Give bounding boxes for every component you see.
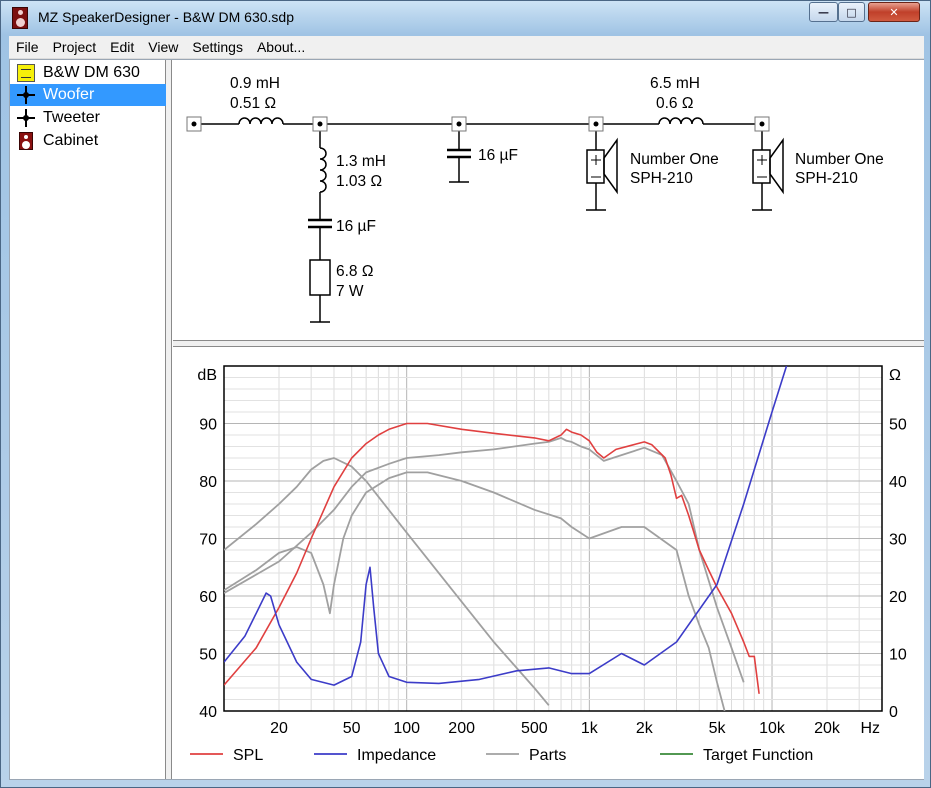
tree-item-label: Cabinet: [43, 132, 99, 149]
y2-tick-label: 50: [889, 417, 907, 434]
x-tick-label: 100: [393, 720, 420, 737]
tree-item-woofer[interactable]: Woofer: [10, 84, 166, 106]
title-bar[interactable]: MZ SpeakerDesigner - B&W DM 630.sdp — □ …: [1, 1, 930, 34]
minimize-button[interactable]: —: [809, 2, 838, 22]
y-tick-label: 60: [199, 589, 217, 606]
x-tick-label: 20: [270, 720, 288, 737]
legend-label: Target Function: [703, 747, 813, 764]
l1-value: 0.9 mH: [230, 75, 280, 92]
tree-item-tweeter[interactable]: Tweeter: [10, 107, 166, 129]
y2-tick-label: 10: [889, 647, 907, 664]
x-tick-label: 1k: [581, 720, 599, 737]
y2-tick-label: 40: [889, 474, 907, 491]
r1-power: 7 W: [336, 283, 364, 300]
x-tick-label: 500: [521, 720, 548, 737]
y2-tick-label: 20: [889, 589, 907, 606]
y-tick-label: 80: [199, 474, 217, 491]
driver2-symbol[interactable]: [752, 149, 771, 184]
r1-value: 6.8 Ω: [336, 263, 373, 280]
speaker-app-icon: [12, 7, 28, 29]
resistor-r1[interactable]: [309, 259, 331, 296]
client-area: B&W DM 630 Woofer Tweeter Cabinet 0.9 mH…: [9, 59, 924, 780]
tree-item-project[interactable]: B&W DM 630: [10, 62, 166, 84]
driver2-name: Number One: [795, 151, 884, 168]
tree-item-label: Woofer: [43, 86, 95, 103]
cabinet-icon: [19, 132, 33, 150]
frequency-response-chart: 40 50 60 70 80 90 0 10 20 30 40 50 20 50 100 200 500 1k 2k…: [190, 365, 907, 764]
horizontal-splitter[interactable]: [173, 340, 924, 347]
menu-about[interactable]: About...: [250, 39, 312, 55]
inductor-l3[interactable]: [658, 117, 704, 125]
menu-bar: File Project Edit View Settings About...: [9, 36, 924, 59]
driver-icon: [17, 86, 35, 104]
y-axis-label: dB: [197, 367, 217, 384]
menu-project[interactable]: Project: [46, 39, 104, 55]
y2-tick-label: 0: [889, 704, 898, 721]
maximize-button[interactable]: □: [838, 2, 865, 22]
series-impedance-line: [224, 366, 788, 686]
x-tick-label: 5k: [709, 720, 727, 737]
tree-item-cabinet[interactable]: Cabinet: [10, 130, 166, 152]
tree-item-label: Tweeter: [43, 109, 100, 126]
menu-settings[interactable]: Settings: [185, 39, 250, 55]
x-axis-unit: Hz: [860, 720, 880, 737]
project-tree: B&W DM 630 Woofer Tweeter Cabinet: [10, 60, 166, 779]
x-tick-label: 20k: [814, 720, 841, 737]
minimize-icon: —: [818, 5, 829, 19]
legend-label: Parts: [529, 747, 566, 764]
inductor-l2[interactable]: [319, 147, 327, 193]
x-tick-label: 2k: [636, 720, 654, 737]
x-tick-label: 50: [343, 720, 361, 737]
close-icon: ✕: [889, 5, 899, 19]
frequency-response-graph: 40 50 60 70 80 90 0 10 20 30 40 50 20 50 100 200 500 1k 2k…: [173, 347, 924, 779]
l3-value: 6.5 mH: [650, 75, 700, 92]
close-button[interactable]: ✕: [868, 2, 920, 22]
menu-view[interactable]: View: [141, 39, 185, 55]
c2-value: 16 µF: [478, 147, 518, 164]
legend-label: Impedance: [357, 747, 436, 764]
l2-value: 1.3 mH: [336, 153, 386, 170]
driver1-model: SPH-210: [630, 170, 693, 187]
vertical-splitter[interactable]: [166, 60, 172, 779]
series-parts-line: [224, 471, 726, 711]
c1-value: 16 µF: [336, 218, 376, 235]
inductor-l1[interactable]: [238, 117, 284, 125]
project-icon: [17, 64, 35, 82]
driver1-symbol[interactable]: [586, 149, 605, 184]
menu-edit[interactable]: Edit: [103, 39, 141, 55]
y-tick-label: 40: [199, 704, 217, 721]
y-tick-label: 70: [199, 532, 217, 549]
x-tick-label: 200: [448, 720, 475, 737]
l1-resistance: 0.51 Ω: [230, 95, 276, 112]
crossover-schematic: 0.9 mH 0.51 Ω 6.5 mH 0.6 Ω 1.3 mH 1.03 Ω…: [173, 60, 924, 340]
app-window: MZ SpeakerDesigner - B&W DM 630.sdp — □ …: [0, 0, 931, 788]
legend-label: SPL: [233, 747, 263, 764]
l3-resistance: 0.6 Ω: [656, 95, 693, 112]
maximize-icon: □: [846, 5, 857, 19]
y-tick-label: 50: [199, 647, 217, 664]
y2-axis-label: Ω: [889, 367, 901, 384]
y2-tick-label: 30: [889, 532, 907, 549]
driver-icon: [17, 109, 35, 127]
y-tick-label: 90: [199, 417, 217, 434]
x-tick-label: 10k: [759, 720, 786, 737]
driver1-name: Number One: [630, 151, 719, 168]
tree-item-label: B&W DM 630: [43, 64, 140, 81]
window-title: MZ SpeakerDesigner - B&W DM 630.sdp: [38, 9, 294, 25]
driver2-model: SPH-210: [795, 170, 858, 187]
menu-file[interactable]: File: [9, 39, 46, 55]
l2-resistance: 1.03 Ω: [336, 173, 382, 190]
right-pane: 0.9 mH 0.51 Ω 6.5 mH 0.6 Ω 1.3 mH 1.03 Ω…: [173, 60, 924, 779]
